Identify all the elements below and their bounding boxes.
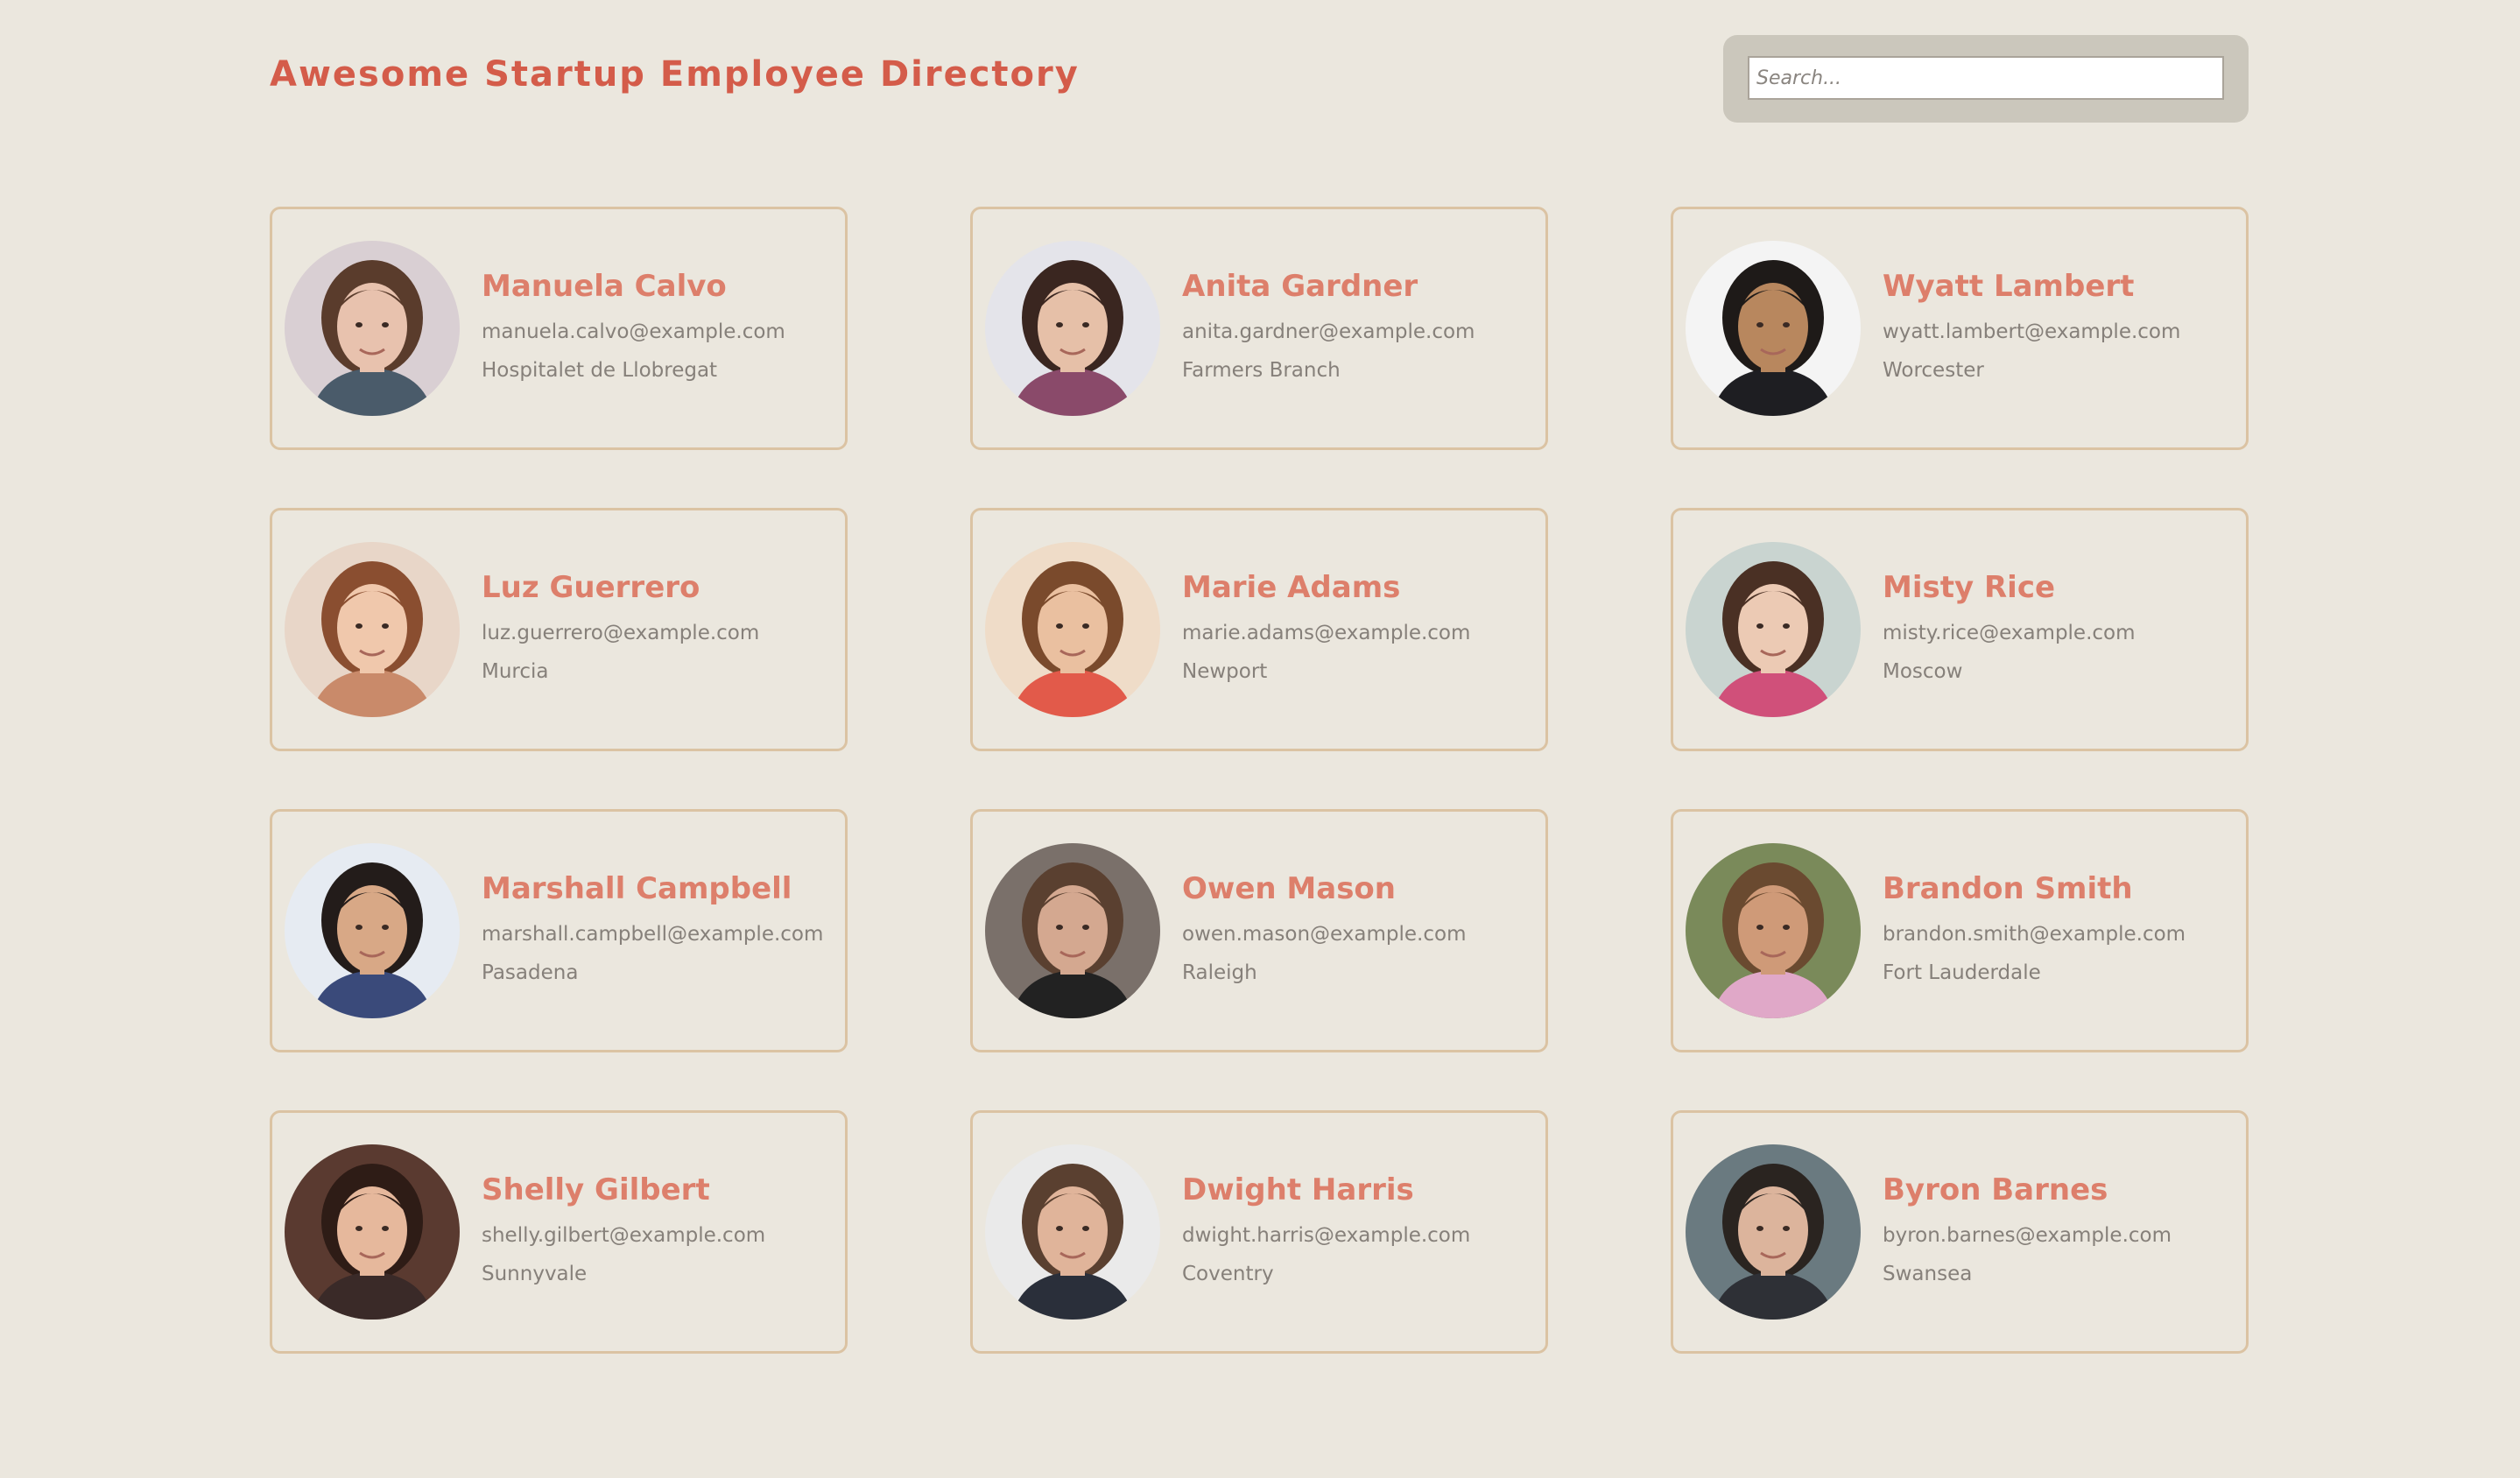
employee-email: marshall.campbell@example.com: [482, 923, 824, 946]
employee-city: Pasadena: [482, 961, 579, 984]
portrait-image: [1686, 542, 1861, 717]
employee-email: shelly.gilbert@example.com: [482, 1224, 766, 1247]
employee-card[interactable]: Owen Mason owen.mason@example.com Raleig…: [970, 809, 1548, 1052]
employee-card[interactable]: Brandon Smith brandon.smith@example.com …: [1671, 809, 2249, 1052]
portrait-image: [1686, 241, 1861, 416]
employee-city: Swansea: [1883, 1263, 1973, 1285]
employee-info: Misty Rice misty.rice@example.com Moscow: [1883, 568, 2136, 691]
employee-email: wyatt.lambert@example.com: [1883, 320, 2181, 343]
employee-name: Owen Mason: [1182, 871, 1396, 906]
employee-card[interactable]: Misty Rice misty.rice@example.com Moscow: [1671, 508, 2249, 751]
avatar: [1686, 843, 1861, 1018]
portrait-image: [985, 843, 1160, 1018]
employee-city: Coventry: [1182, 1263, 1274, 1285]
avatar: [285, 1144, 460, 1320]
employee-info: Dwight Harris dwight.harris@example.com …: [1182, 1171, 1470, 1293]
employee-email: brandon.smith@example.com: [1883, 923, 2186, 946]
employee-grid: Manuela Calvo manuela.calvo@example.com …: [270, 207, 2249, 1354]
avatar: [1686, 241, 1861, 416]
employee-info: Byron Barnes byron.barnes@example.com Sw…: [1883, 1171, 2172, 1293]
employee-city: Newport: [1182, 660, 1268, 683]
header: Awesome Startup Employee Directory: [270, 35, 2249, 123]
employee-name: Manuela Calvo: [482, 269, 727, 304]
employee-name: Luz Guerrero: [482, 570, 700, 605]
employee-city: Raleigh: [1182, 961, 1257, 984]
employee-card[interactable]: Luz Guerrero luz.guerrero@example.com Mu…: [270, 508, 848, 751]
employee-card[interactable]: Wyatt Lambert wyatt.lambert@example.com …: [1671, 207, 2249, 450]
employee-name: Dwight Harris: [1182, 1172, 1414, 1207]
employee-name: Shelly Gilbert: [482, 1172, 710, 1207]
employee-info: Marshall Campbell marshall.campbell@exam…: [482, 869, 823, 992]
employee-city: Fort Lauderdale: [1883, 961, 2041, 984]
avatar: [985, 843, 1160, 1018]
page-title: Awesome Startup Employee Directory: [270, 54, 1080, 95]
employee-card[interactable]: Marshall Campbell marshall.campbell@exam…: [270, 809, 848, 1052]
avatar: [285, 241, 460, 416]
avatar: [985, 241, 1160, 416]
employee-name: Wyatt Lambert: [1883, 269, 2135, 304]
employee-info: Shelly Gilbert shelly.gilbert@example.co…: [482, 1171, 765, 1293]
portrait-image: [285, 241, 460, 416]
employee-name: Anita Gardner: [1182, 269, 1418, 304]
portrait-image: [985, 542, 1160, 717]
employee-info: Marie Adams marie.adams@example.com Newp…: [1182, 568, 1470, 691]
portrait-image: [1686, 1144, 1861, 1320]
employee-info: Luz Guerrero luz.guerrero@example.com Mu…: [482, 568, 759, 691]
employee-email: dwight.harris@example.com: [1182, 1224, 1471, 1247]
avatar: [1686, 542, 1861, 717]
employee-card[interactable]: Shelly Gilbert shelly.gilbert@example.co…: [270, 1110, 848, 1354]
avatar: [985, 1144, 1160, 1320]
search-container: [1723, 35, 2249, 123]
employee-email: anita.gardner@example.com: [1182, 320, 1475, 343]
employee-city: Sunnyvale: [482, 1263, 588, 1285]
employee-email: manuela.calvo@example.com: [482, 320, 785, 343]
employee-email: owen.mason@example.com: [1182, 923, 1467, 946]
employee-card[interactable]: Byron Barnes byron.barnes@example.com Sw…: [1671, 1110, 2249, 1354]
employee-city: Murcia: [482, 660, 549, 683]
employee-name: Byron Barnes: [1883, 1172, 2108, 1207]
employee-city: Hospitalet de Llobregat: [482, 359, 718, 382]
employee-info: Manuela Calvo manuela.calvo@example.com …: [482, 267, 785, 390]
employee-info: Wyatt Lambert wyatt.lambert@example.com …: [1883, 267, 2180, 390]
portrait-image: [985, 1144, 1160, 1320]
employee-city: Farmers Branch: [1182, 359, 1341, 382]
avatar: [985, 542, 1160, 717]
employee-email: luz.guerrero@example.com: [482, 622, 760, 644]
search-input[interactable]: [1748, 56, 2224, 100]
employee-info: Brandon Smith brandon.smith@example.com …: [1883, 869, 2186, 992]
portrait-image: [1686, 843, 1861, 1018]
employee-email: marie.adams@example.com: [1182, 622, 1471, 644]
employee-city: Worcester: [1883, 359, 1984, 382]
employee-info: Owen Mason owen.mason@example.com Raleig…: [1182, 869, 1466, 992]
employee-name: Marshall Campbell: [482, 871, 792, 906]
employee-card[interactable]: Dwight Harris dwight.harris@example.com …: [970, 1110, 1548, 1354]
employee-info: Anita Gardner anita.gardner@example.com …: [1182, 267, 1475, 390]
portrait-image: [985, 241, 1160, 416]
employee-email: misty.rice@example.com: [1883, 622, 2136, 644]
employee-name: Marie Adams: [1182, 570, 1401, 605]
portrait-image: [285, 1144, 460, 1320]
employee-card[interactable]: Manuela Calvo manuela.calvo@example.com …: [270, 207, 848, 450]
portrait-image: [285, 542, 460, 717]
portrait-image: [285, 843, 460, 1018]
employee-name: Misty Rice: [1883, 570, 2056, 605]
employee-email: byron.barnes@example.com: [1883, 1224, 2172, 1247]
employee-card[interactable]: Marie Adams marie.adams@example.com Newp…: [970, 508, 1548, 751]
avatar: [285, 843, 460, 1018]
avatar: [1686, 1144, 1861, 1320]
employee-card[interactable]: Anita Gardner anita.gardner@example.com …: [970, 207, 1548, 450]
employee-name: Brandon Smith: [1883, 871, 2133, 906]
avatar: [285, 542, 460, 717]
employee-city: Moscow: [1883, 660, 1963, 683]
